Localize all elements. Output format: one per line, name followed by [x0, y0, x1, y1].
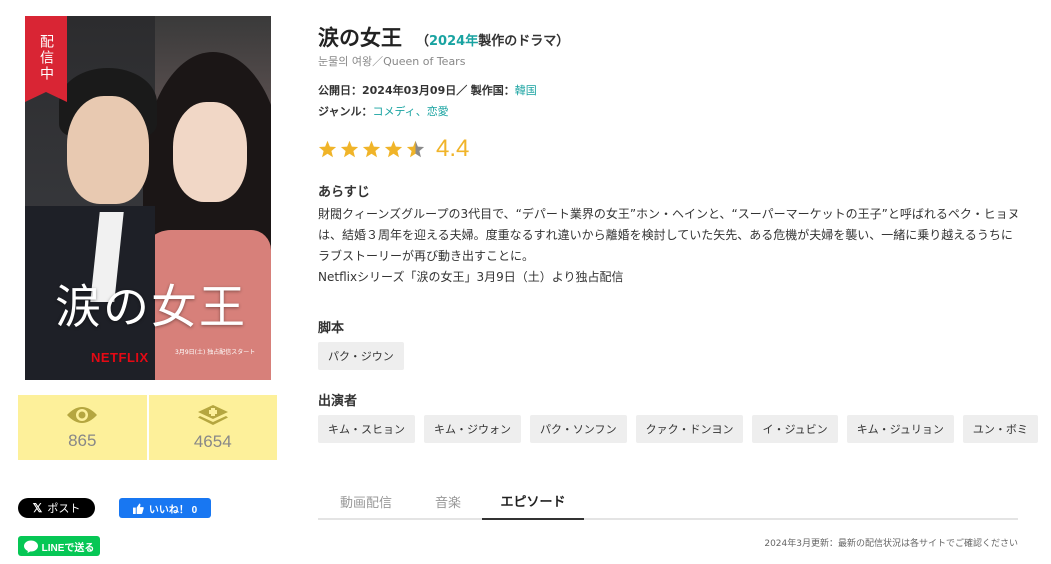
- star-rating: 4.4: [318, 135, 469, 163]
- saves-stat[interactable]: 4654: [146, 395, 278, 460]
- poster-figure-face: [173, 102, 247, 202]
- x-post-label: ポスト: [47, 503, 81, 515]
- poster-date-note: 3月9日(土) 独占配信スタート: [175, 349, 256, 356]
- tab-video-streaming[interactable]: 動画配信: [318, 482, 414, 520]
- stats-panel: 865 4654: [18, 395, 277, 460]
- release-date: 2024年03月09日／: [362, 84, 468, 97]
- rating-score: 4.4: [436, 135, 470, 162]
- content-tabs: 動画配信 音楽 エピソード: [318, 482, 1018, 520]
- production-year-link[interactable]: 2024年: [429, 34, 478, 49]
- genre-separator: 、: [415, 105, 427, 118]
- streaming-badge: 配信中: [25, 16, 67, 102]
- person-tag[interactable]: ユン・ボミ: [962, 415, 1038, 443]
- alt-titles: 눈물의 여왕／Queen of Tears: [318, 55, 466, 68]
- release-info: 公開日：2024年03月09日／ 製作国：韓国: [318, 82, 537, 98]
- genre-info: ジャンル：コメディ、恋愛: [318, 103, 449, 119]
- star-icon: [340, 140, 359, 158]
- country-label: 製作国：: [470, 84, 515, 97]
- synopsis-streaming-note: Netflixシリーズ「涙の女王」3月9日（土）より独占配信: [318, 270, 624, 284]
- like-label: いいね！ 0: [148, 504, 198, 516]
- star-icon: [318, 140, 337, 158]
- saves-count: 4654: [193, 431, 232, 451]
- views-count: 865: [68, 430, 97, 450]
- line-share-label: LINEで送る: [41, 542, 95, 554]
- eye-icon: [67, 406, 98, 423]
- page-title: 涙の女王: [318, 26, 402, 50]
- line-chat-icon: [23, 540, 38, 553]
- person-tag[interactable]: キム・ジウォン: [424, 415, 521, 443]
- cast-tags: キム・スヒョン キム・ジウォン パク・ソンフン クァク・ドンヨン イ・ジュビン …: [318, 415, 1038, 443]
- views-stat[interactable]: 865: [18, 395, 147, 460]
- genre-label: ジャンル：: [318, 105, 373, 118]
- person-tag[interactable]: クァク・ドンヨン: [635, 415, 744, 443]
- person-tag[interactable]: イ・ジュビン: [752, 415, 838, 443]
- synopsis-body: 財閥クィーンズグループの3代目で、“デパート業界の女王”ホン・ヘインと、“スーパ…: [318, 207, 1020, 263]
- title-row: 涙の女王 （2024年製作のドラマ）: [318, 22, 569, 52]
- synopsis-text: 財閥クィーンズグループの3代目で、“デパート業界の女王”ホン・ヘインと、“スーパ…: [318, 204, 1023, 288]
- genre-link-romance[interactable]: 恋愛: [427, 105, 449, 118]
- meta-suffix: 製作のドラマ）: [478, 34, 570, 49]
- person-tag[interactable]: パク・ソンフン: [530, 415, 627, 443]
- netflix-logo: NETFLIX: [91, 350, 149, 365]
- drama-poster: 配信中 涙の女王 NETFLIX 3月9日(土) 独占配信スタート: [25, 16, 271, 380]
- x-logo-icon: 𝕏: [32, 501, 43, 515]
- poster-figure-face: [67, 96, 149, 204]
- writer-tags: パク・ジウン: [318, 342, 404, 370]
- facebook-like-button[interactable]: いいね！ 0: [119, 498, 211, 518]
- tab-episodes[interactable]: エピソード: [482, 482, 584, 520]
- writer-heading: 脚本: [318, 321, 345, 336]
- genre-link-comedy[interactable]: コメディ: [372, 105, 415, 118]
- half-star-icon: [406, 140, 425, 158]
- person-tag[interactable]: キム・スヒョン: [318, 415, 415, 443]
- x-post-button[interactable]: 𝕏 ポスト: [18, 498, 95, 518]
- production-meta: （2024年製作のドラマ）: [416, 30, 569, 49]
- stack-plus-icon: [197, 404, 228, 425]
- person-tag[interactable]: キム・ジュリョン: [846, 415, 954, 443]
- country-link[interactable]: 韓国: [515, 84, 537, 97]
- release-label: 公開日：: [318, 84, 362, 97]
- thumbs-up-icon: [132, 502, 144, 514]
- update-footnote: 2024年3月更新：最新の配信状況は各サイトでご確認ください: [764, 539, 1018, 549]
- tab-music[interactable]: 音楽: [414, 482, 482, 520]
- person-tag[interactable]: パク・ジウン: [318, 342, 404, 370]
- cast-heading: 出演者: [318, 394, 358, 409]
- star-icon: [362, 140, 381, 158]
- line-share-button[interactable]: LINEで送る: [18, 536, 100, 556]
- meta-open: （: [416, 34, 430, 49]
- poster-title-art: 涙の女王: [55, 280, 247, 334]
- synopsis-heading: あらすじ: [318, 185, 370, 200]
- star-icon: [384, 140, 403, 158]
